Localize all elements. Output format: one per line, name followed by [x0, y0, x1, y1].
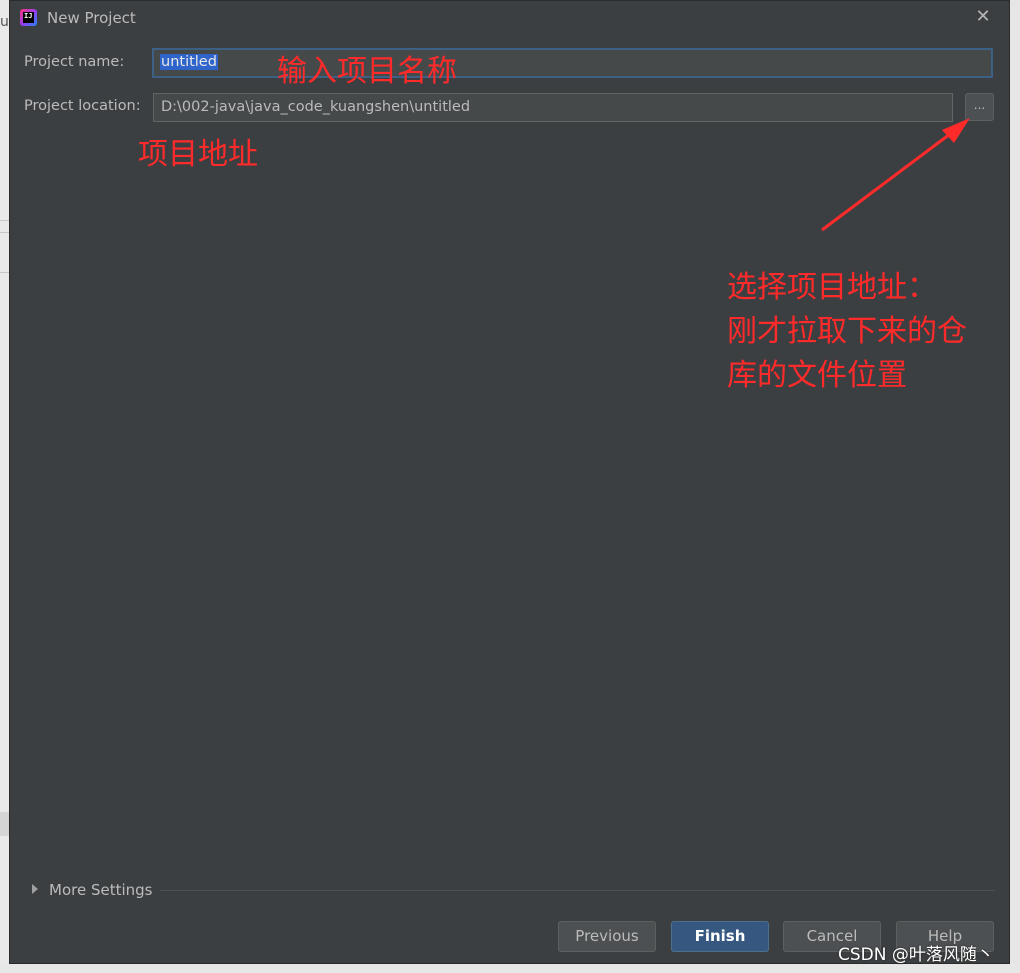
annotation-arrow-icon	[821, 118, 970, 232]
annotation-arrow-line	[821, 126, 959, 232]
annotation-arrow-head	[942, 118, 970, 143]
csdn-watermark: CSDN @叶落风随丶	[838, 945, 994, 965]
